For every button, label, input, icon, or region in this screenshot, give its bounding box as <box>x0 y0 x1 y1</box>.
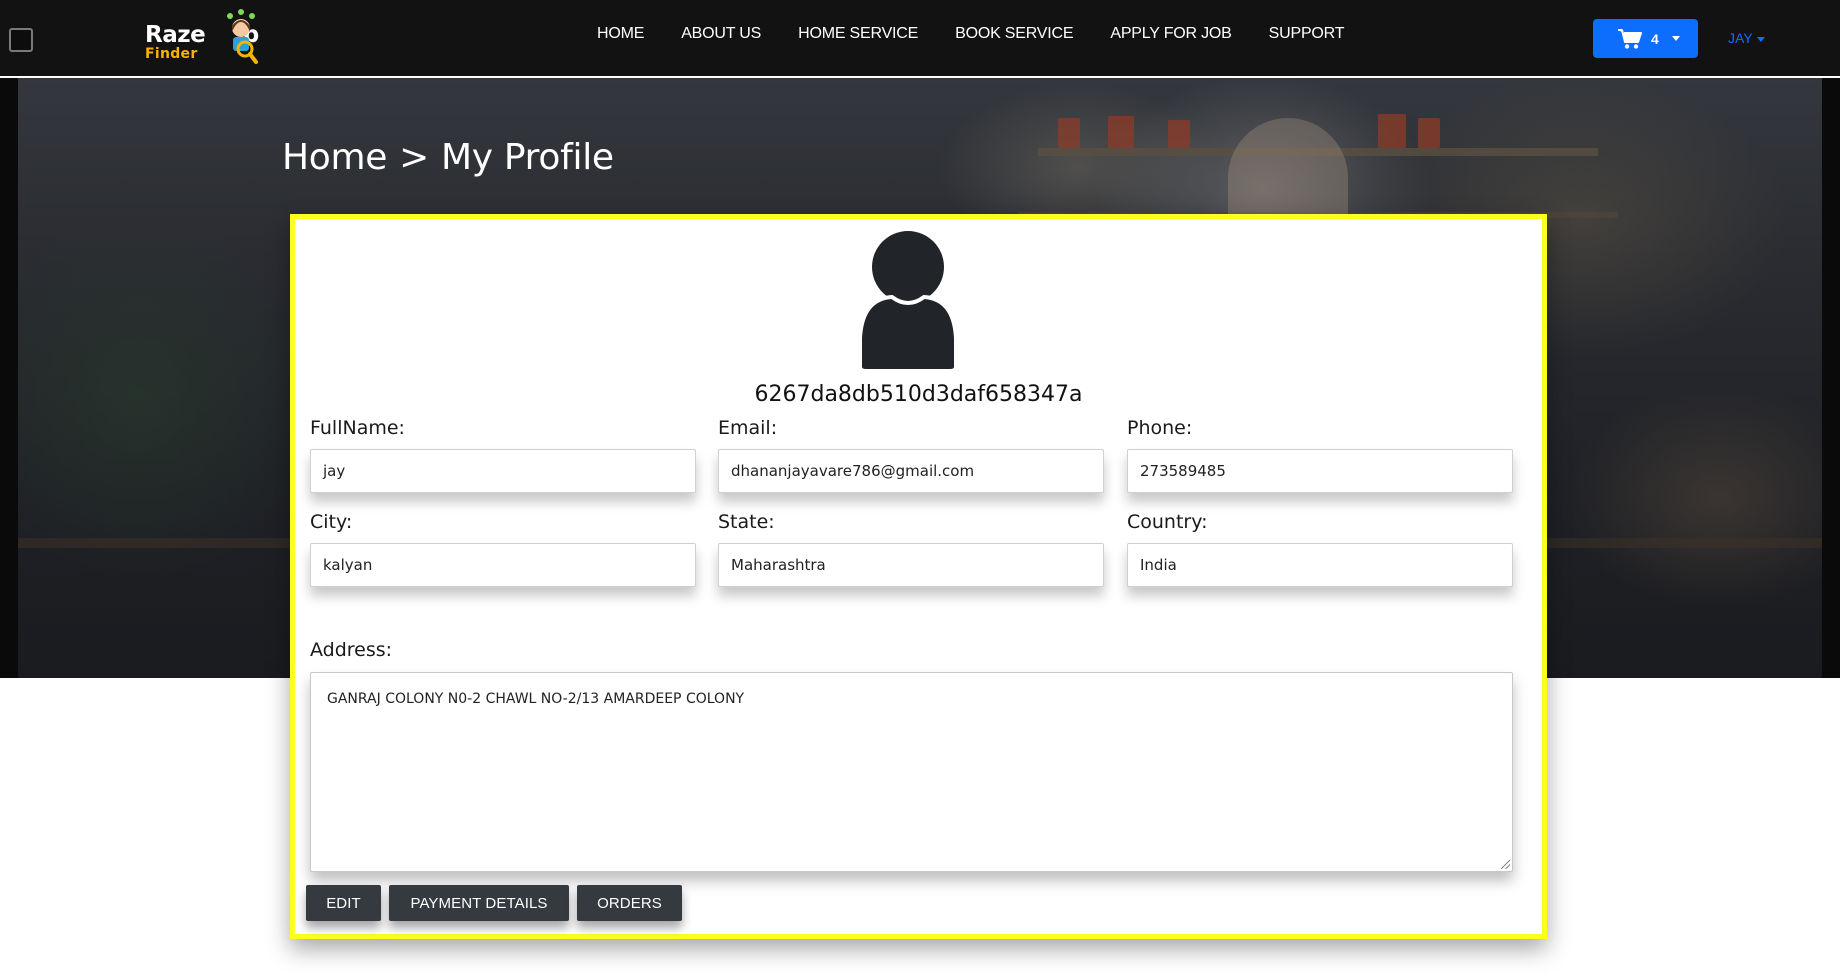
payment-details-button[interactable]: PAYMENT DETAILS <box>389 885 569 921</box>
phone-field[interactable]: 273589485 <box>1127 449 1513 493</box>
cart-count-badge: 4 <box>1651 30 1659 47</box>
address-textarea[interactable]: GANRAJ COLONY N0-2 CHAWL NO-2/13 AMARDEE… <box>310 672 1513 872</box>
logo-text-bottom: Finder <box>145 46 198 62</box>
address-text: GANRAJ COLONY N0-2 CHAWL NO-2/13 AMARDEE… <box>327 691 745 707</box>
city-field[interactable]: kalyan <box>310 543 696 587</box>
shopping-cart-icon <box>1618 28 1642 49</box>
logo-mascot-icon <box>227 9 258 64</box>
page-title: My Profile <box>441 137 614 178</box>
nav-link-support[interactable]: SUPPORT <box>1269 25 1345 43</box>
state-field[interactable]: Maharashtra <box>718 543 1104 587</box>
breadcrumb-separator: > <box>399 137 429 178</box>
phone-label: Phone: <box>1127 417 1193 439</box>
user-name-label: JAY <box>1728 30 1753 46</box>
user-avatar-icon <box>858 231 958 369</box>
email-label: Email: <box>718 417 778 439</box>
breadcrumb: Home > My Profile <box>282 137 614 178</box>
nav-link-book-service[interactable]: BOOK SERVICE <box>955 25 1073 43</box>
nav-link-home-service[interactable]: HOME SERVICE <box>798 25 918 43</box>
country-field[interactable]: India <box>1127 543 1513 587</box>
fullname-label: FullName: <box>310 417 405 439</box>
country-label: Country: <box>1127 511 1208 533</box>
top-navbar: Raze b Finder HOME ABOUT US HOME SERVICE… <box>0 0 1840 77</box>
chevron-down-icon <box>1671 36 1680 41</box>
chevron-down-icon <box>1756 36 1765 42</box>
email-field[interactable]: dhananjayavare786@gmail.com <box>718 449 1104 493</box>
nav-link-apply-for-job[interactable]: APPLY FOR JOB <box>1110 25 1231 43</box>
site-logo[interactable]: Raze b Finder <box>145 8 287 68</box>
cart-dropdown-button[interactable]: 4 <box>1593 19 1698 58</box>
edit-button[interactable]: EDIT <box>306 885 381 921</box>
nav-link-home[interactable]: HOME <box>597 25 644 43</box>
breadcrumb-home[interactable]: Home <box>282 137 387 178</box>
user-dropdown[interactable]: JAY <box>1728 30 1765 46</box>
city-label: City: <box>310 511 353 533</box>
state-label: State: <box>718 511 775 533</box>
menu-toggle-checkbox[interactable] <box>9 28 33 52</box>
nav-link-about-us[interactable]: ABOUT US <box>681 25 761 43</box>
orders-button[interactable]: ORDERS <box>577 885 682 921</box>
user-id: 6267da8db510d3daf658347a <box>754 382 1083 407</box>
profile-card: 6267da8db510d3daf658347a FullName: jay E… <box>290 214 1547 939</box>
address-label: Address: <box>310 639 393 661</box>
fullname-field[interactable]: jay <box>310 449 696 493</box>
resize-handle-icon[interactable] <box>1501 860 1510 869</box>
nav-links: HOME ABOUT US HOME SERVICE BOOK SERVICE … <box>597 25 1381 43</box>
